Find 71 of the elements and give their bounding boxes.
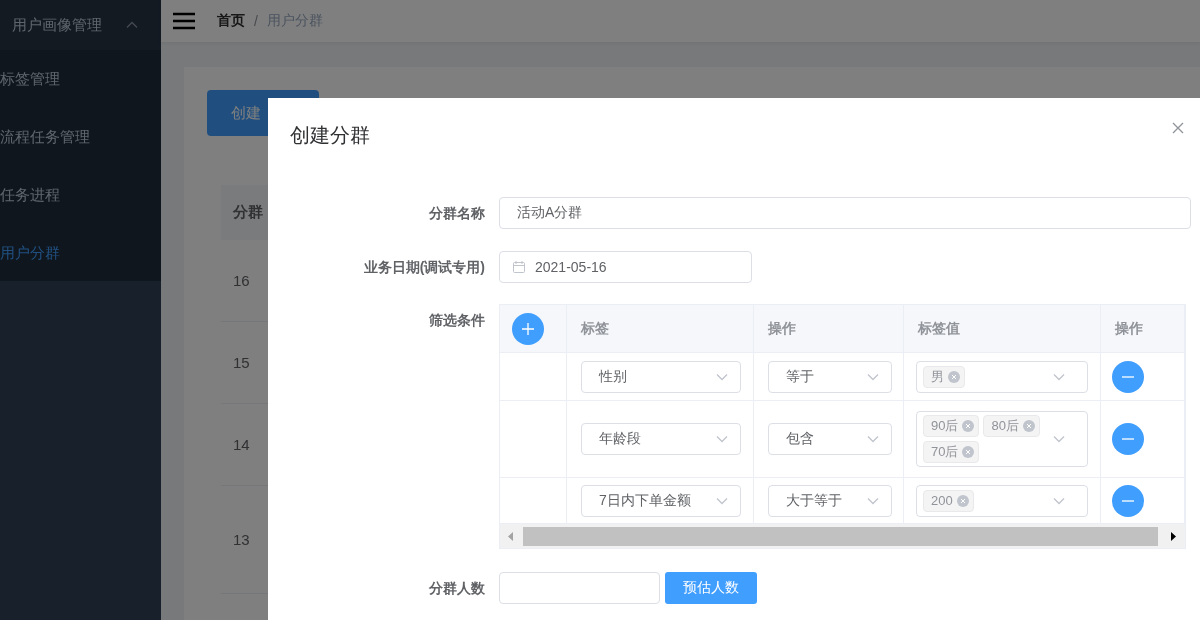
chevron-up-icon	[126, 21, 138, 29]
menu-group-header[interactable]: 用户画像管理	[0, 0, 161, 50]
tag-select[interactable]: 性别	[581, 360, 741, 393]
chip-label: 男	[931, 367, 944, 386]
chip-label: 80后	[991, 417, 1019, 435]
table-header-cell: 操作	[1101, 305, 1185, 353]
table-header-cell: 标签	[567, 305, 754, 353]
operator-select[interactable]: 大于等于	[768, 484, 892, 517]
multi-select[interactable]: 男	[916, 360, 1088, 393]
minus-icon	[1122, 375, 1134, 378]
number-input[interactable]	[499, 572, 660, 604]
chevron-down-icon	[867, 496, 879, 505]
chip-label: 70后	[931, 443, 959, 461]
form-label: 筛选条件	[428, 311, 485, 330]
minus-icon	[1122, 499, 1134, 502]
scroll-left-icon[interactable]	[508, 531, 514, 541]
chevron-down-icon	[1053, 496, 1065, 505]
remove-tag-icon[interactable]	[956, 494, 969, 507]
breadcrumb-link[interactable]: 首页	[217, 12, 245, 30]
form-label: 业务日期(调试专用)	[362, 258, 485, 277]
remove-row-button[interactable]	[1112, 360, 1144, 393]
menu-label: 用户画像管理	[12, 15, 102, 35]
remove-tag-icon[interactable]	[948, 370, 960, 383]
scroll-right-icon[interactable]	[1170, 531, 1176, 541]
chip-label: 90后	[931, 417, 959, 435]
operator-select[interactable]: 等于	[768, 360, 892, 393]
chevron-down-icon	[867, 372, 879, 381]
sidebar-item[interactable]: 任务进程	[0, 166, 161, 224]
estimate-button[interactable]: 预估人数	[665, 572, 757, 604]
horizontal-scrollbar[interactable]	[500, 524, 1185, 548]
remove-tag-icon[interactable]	[962, 420, 975, 432]
remove-row-button[interactable]	[1112, 423, 1144, 455]
select-value: 年龄段	[599, 430, 641, 448]
tag-select[interactable]: 7日内下单金额	[581, 484, 741, 517]
date-input[interactable]: 2021-05-16	[499, 251, 752, 283]
breadcrumb-separator: /	[254, 13, 258, 29]
scrollbar-thumb[interactable]	[523, 526, 1158, 546]
form-label: 分群人数	[428, 579, 485, 598]
date-value: 2021-05-16	[535, 259, 607, 275]
multi-select[interactable]: 90后 80后 70后	[916, 411, 1088, 467]
tag-select[interactable]: 年龄段	[581, 423, 741, 455]
calendar-icon	[513, 261, 525, 273]
select-value: 等于	[786, 367, 814, 386]
chip-label: 200	[931, 493, 953, 508]
sidebar-item[interactable]: 流程任务管理	[0, 108, 161, 166]
text-input[interactable]: 活动A分群	[499, 197, 1191, 229]
sidebar-item[interactable]: 标签管理	[0, 50, 161, 108]
table-header-cell: 操作	[754, 305, 904, 353]
form-label: 分群名称	[428, 204, 485, 223]
chevron-down-icon	[716, 496, 728, 505]
plus-icon	[522, 322, 534, 335]
table-header-cell: 标签值	[904, 305, 1101, 353]
select-value: 大于等于	[786, 491, 842, 510]
operator-select[interactable]: 包含	[768, 423, 892, 455]
sidebar-item[interactable]: 用户分群	[0, 224, 161, 282]
chevron-down-icon	[867, 435, 879, 443]
select-value: 包含	[786, 430, 814, 448]
chevron-down-icon	[716, 372, 728, 381]
select-value: 性别	[599, 367, 627, 386]
chevron-down-icon	[716, 435, 728, 443]
minus-icon	[1122, 438, 1134, 440]
menu-icon[interactable]	[173, 12, 195, 30]
chevron-down-icon	[1053, 372, 1065, 381]
close-icon[interactable]	[1172, 122, 1184, 134]
add-row-button[interactable]	[512, 312, 544, 345]
multi-select[interactable]: 200	[916, 484, 1088, 517]
chevron-down-icon	[1053, 435, 1065, 443]
remove-tag-icon[interactable]	[1022, 420, 1035, 432]
remove-tag-icon[interactable]	[962, 446, 975, 458]
select-value: 7日内下单金额	[599, 491, 691, 510]
remove-row-button[interactable]	[1112, 484, 1144, 517]
